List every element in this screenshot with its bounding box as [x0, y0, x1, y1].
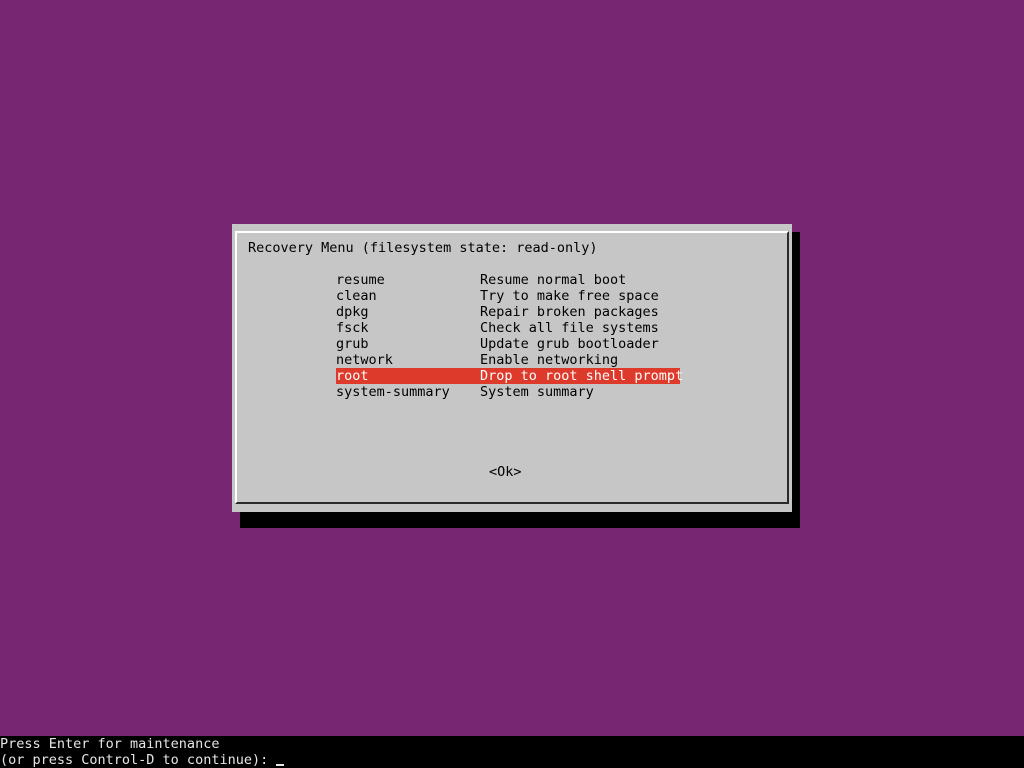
console-output: Press Enter for maintenance (or press Co… — [0, 736, 1024, 768]
menu-item-description: Try to make free space — [480, 288, 659, 304]
menu-item-tag: clean — [336, 288, 377, 304]
console-prompt-line[interactable]: (or press Control-D to continue): — [0, 752, 1024, 768]
menu-item-resume[interactable]: resume Resume normal boot — [336, 272, 680, 288]
menu-item-grub[interactable]: grub Update grub bootloader — [336, 336, 680, 352]
menu-item-description: Drop to root shell prompt — [480, 368, 684, 384]
menu-item-fsck[interactable]: fsck Check all file systems — [336, 320, 680, 336]
menu-item-tag: dpkg — [336, 304, 369, 320]
menu-item-description: Repair broken packages — [480, 304, 659, 320]
menu-item-clean[interactable]: clean Try to make free space — [336, 288, 680, 304]
menu-item-tag: grub — [336, 336, 369, 352]
menu-item-description: Check all file systems — [480, 320, 659, 336]
recovery-menu-dialog: Recovery Menu (filesystem state: read-on… — [232, 224, 792, 512]
menu-item-description: Update grub bootloader — [480, 336, 659, 352]
menu-item-description: Enable networking — [480, 352, 619, 368]
menu-item-tag: root — [336, 368, 369, 384]
dialog-title: Recovery Menu (filesystem state: read-on… — [248, 240, 598, 256]
console-line: Press Enter for maintenance — [0, 736, 220, 752]
text-cursor — [276, 764, 285, 766]
ok-button[interactable]: <Ok> — [489, 464, 522, 480]
menu-item-tag: fsck — [336, 320, 369, 336]
menu-item-system-summary[interactable]: system-summary System summary — [336, 384, 680, 400]
menu-item-tag: network — [336, 352, 393, 368]
recovery-menu-list: resume Resume normal boot clean Try to m… — [336, 272, 684, 400]
menu-item-description: System summary — [480, 384, 594, 400]
console-prompt-text: (or press Control-D to continue): — [0, 752, 269, 768]
menu-item-dpkg[interactable]: dpkg Repair broken packages — [336, 304, 680, 320]
menu-item-root[interactable]: root Drop to root shell prompt — [336, 368, 684, 384]
menu-item-description: Resume normal boot — [480, 272, 627, 288]
menu-item-tag: resume — [336, 272, 385, 288]
menu-item-network[interactable]: network Enable networking — [336, 352, 680, 368]
menu-item-tag: system-summary — [336, 384, 450, 400]
